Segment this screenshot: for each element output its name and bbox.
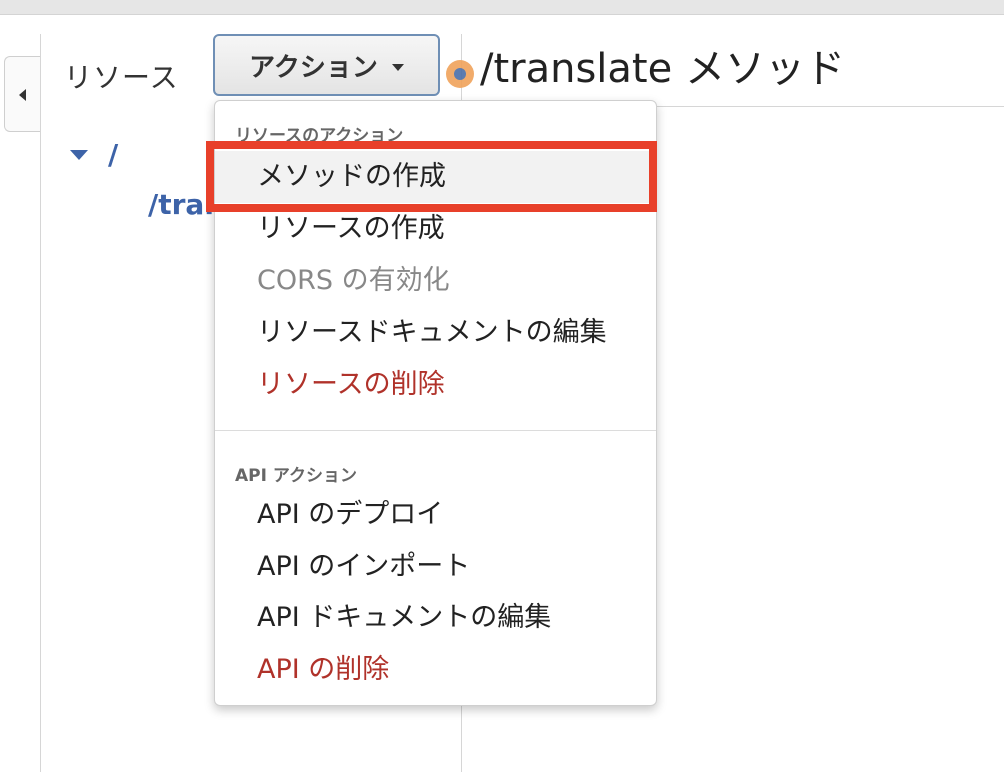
caret-down-icon	[391, 63, 404, 71]
left-panel-border	[40, 34, 41, 772]
pointer-indicator-center	[454, 68, 466, 80]
actions-menu: リソースのアクション メソッドの作成 リソースの作成 CORS の有効化 リソー…	[214, 100, 657, 706]
menu-item-deploy-api[interactable]: API のデプロイ	[215, 489, 656, 541]
menu-item-delete-api[interactable]: API の削除	[215, 644, 656, 696]
menu-item-edit-resource-docs[interactable]: リソースドキュメントの編集	[215, 307, 656, 359]
tree-item-root[interactable]: /	[108, 138, 118, 171]
menu-item-import-api[interactable]: API のインポート	[215, 541, 656, 593]
actions-dropdown-button[interactable]: アクション	[213, 34, 440, 96]
top-bar	[0, 0, 1004, 15]
menu-item-create-resource[interactable]: リソースの作成	[215, 203, 656, 255]
pointer-indicator-icon	[446, 60, 474, 88]
triangle-down-icon[interactable]	[70, 150, 88, 160]
page-title: /translate メソッド	[480, 46, 845, 92]
caret-left-icon	[19, 89, 26, 101]
tree-item-translate[interactable]: /tran	[148, 188, 224, 221]
collapse-sidebar-button[interactable]	[4, 56, 40, 132]
menu-divider	[215, 430, 656, 431]
actions-button-label: アクション	[249, 52, 378, 83]
resources-label: リソース	[64, 61, 179, 94]
menu-section-header-resource: リソースのアクション	[235, 126, 404, 146]
menu-item-edit-api-docs[interactable]: API ドキュメントの編集	[215, 592, 656, 644]
menu-item-create-method[interactable]: メソッドの作成	[215, 151, 656, 203]
menu-item-delete-resource[interactable]: リソースの削除	[215, 359, 656, 411]
menu-section-header-api: API アクション	[235, 466, 358, 486]
menu-item-enable-cors: CORS の有効化	[257, 265, 450, 296]
